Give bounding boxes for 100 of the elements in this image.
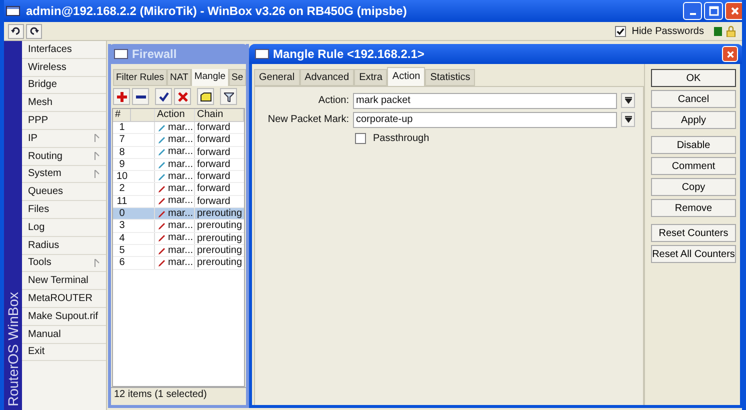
minimize-button[interactable] — [683, 2, 702, 20]
tab[interactable]: Action — [387, 67, 426, 86]
menu-item[interactable]: Interfaces — [22, 41, 106, 59]
table-row[interactable]: 2 mar... forward — [113, 183, 244, 196]
dialog-button[interactable]: Reset Counters — [651, 224, 736, 242]
comment-button[interactable] — [197, 88, 214, 105]
menu-item[interactable]: Mesh — [22, 94, 106, 112]
dropdown-arrow-icon — [624, 97, 632, 104]
menu-item[interactable]: MetaROUTER — [22, 290, 106, 308]
menu-item[interactable]: Tools — [22, 254, 106, 272]
table-row[interactable]: 1 mar... forward — [113, 122, 244, 134]
dialog-button[interactable]: Cancel — [651, 90, 736, 108]
dialog-button[interactable]: Comment — [651, 157, 736, 175]
menu-item[interactable]: Bridge — [22, 76, 106, 94]
table-cell-text: 8 — [118, 146, 126, 158]
table-cell-text: 0 — [118, 208, 126, 220]
menu-item[interactable]: Wireless — [22, 58, 106, 77]
passthrough-label: Passthrough — [373, 133, 430, 144]
table-row[interactable]: 0 mar... prerouting — [113, 208, 244, 220]
input-field[interactable]: mark packet — [353, 92, 617, 108]
enable-button[interactable] — [155, 88, 172, 105]
close-button[interactable] — [722, 46, 738, 62]
table-cell: mar... — [168, 158, 194, 171]
menu-item[interactable]: System — [22, 166, 106, 184]
field-label: Action: — [317, 95, 349, 106]
table-cell-text: 6 — [118, 257, 126, 269]
table-cell-text: 1 — [118, 122, 126, 134]
tab[interactable]: Filter Rules — [113, 69, 168, 86]
table-row[interactable]: 10 mar... forward — [113, 171, 244, 184]
status-square-icon — [714, 26, 722, 36]
dialog-button[interactable]: Copy — [651, 178, 736, 196]
status-bar: 12 items (1 selected) — [111, 387, 246, 405]
table-cell-text: prerouting — [196, 244, 244, 256]
tab[interactable]: Statistics — [425, 69, 476, 86]
dialog-button[interactable]: Remove — [651, 199, 736, 217]
input-field[interactable]: corporate-up — [353, 112, 617, 128]
tab[interactable]: Se — [228, 69, 246, 86]
table-cell: mar... — [168, 146, 194, 158]
table-row[interactable]: 8 mar... forward — [113, 146, 244, 159]
remove-button[interactable] — [132, 88, 149, 105]
tab[interactable]: Mangle — [191, 69, 229, 86]
menu-item[interactable]: Exit — [22, 344, 106, 362]
checkmark-icon — [158, 92, 168, 102]
menu-item[interactable]: Log — [22, 218, 106, 237]
lock-icon — [726, 25, 736, 37]
table-row[interactable]: 7 mar... forward — [113, 134, 244, 147]
table-cell: mar... — [168, 170, 194, 183]
redo-button[interactable] — [26, 24, 42, 38]
passthrough-checkbox[interactable] — [355, 133, 366, 144]
tab[interactable]: Advanced — [300, 69, 354, 86]
maximize-button[interactable] — [704, 2, 723, 20]
menu-item[interactable]: Routing — [22, 148, 106, 166]
table-cell-text: 4 — [118, 232, 126, 244]
filter-button[interactable] — [220, 88, 237, 105]
table-cell-text: 7 — [118, 134, 126, 146]
table-row[interactable]: 6 mar... prerouting — [113, 257, 244, 270]
table-row[interactable]: 5 mar... prerouting — [113, 244, 244, 258]
add-button[interactable] — [113, 88, 130, 105]
menu-item[interactable]: New Terminal — [22, 272, 106, 290]
menu-item[interactable]: PPP — [22, 112, 106, 130]
table-cell-text: forward — [196, 146, 232, 158]
menu-item[interactable]: Manual — [22, 326, 106, 344]
dropdown-button[interactable] — [621, 112, 635, 127]
table-cell-text: forward — [196, 196, 232, 208]
menu-item[interactable]: IP — [22, 130, 106, 148]
menu-item[interactable]: Files — [22, 201, 106, 219]
table-cell: mar... — [168, 232, 194, 244]
tab[interactable]: Extra — [354, 69, 388, 86]
tab[interactable]: NAT — [167, 69, 192, 86]
dialog-button[interactable]: Disable — [651, 136, 736, 154]
check-icon — [616, 26, 625, 36]
x-icon — [178, 92, 188, 102]
table-cell: mar... — [168, 122, 194, 134]
hide-passwords-checkbox[interactable] — [614, 26, 626, 36]
undo-button[interactable] — [8, 24, 24, 38]
table-row[interactable]: 3 mar... prerouting — [113, 220, 244, 233]
dialog-button[interactable]: OK — [651, 69, 736, 87]
column-header[interactable]: Action — [155, 109, 195, 121]
table-row[interactable]: 4 mar... prerouting — [113, 232, 244, 245]
window-icon — [114, 49, 128, 59]
table-cell-text: prerouting — [196, 220, 244, 232]
dropdown-button[interactable] — [621, 93, 635, 108]
column-header[interactable]: # — [113, 109, 131, 121]
minimize-icon — [690, 13, 696, 15]
table-row[interactable]: 9 mar... forward — [113, 158, 244, 172]
tab[interactable]: General — [254, 69, 300, 86]
window-icon — [6, 6, 20, 16]
column-header[interactable]: Chain — [195, 109, 244, 121]
table-cell-text: 11 — [116, 196, 128, 208]
dialog-button[interactable]: Reset All Counters — [651, 245, 736, 263]
disable-button[interactable] — [174, 88, 191, 105]
menu-item[interactable]: Queues — [22, 183, 106, 202]
close-button[interactable] — [725, 2, 742, 20]
maximize-icon — [708, 6, 718, 16]
menu-item[interactable]: Radius — [22, 236, 106, 255]
menu-item[interactable]: Make Supout.rif — [22, 308, 106, 326]
table-cell-text: prerouting — [196, 208, 244, 220]
hide-passwords-label: Hide Passwords — [632, 26, 704, 36]
dialog-button[interactable]: Apply — [651, 111, 736, 129]
table-cell-text: forward — [196, 183, 232, 195]
